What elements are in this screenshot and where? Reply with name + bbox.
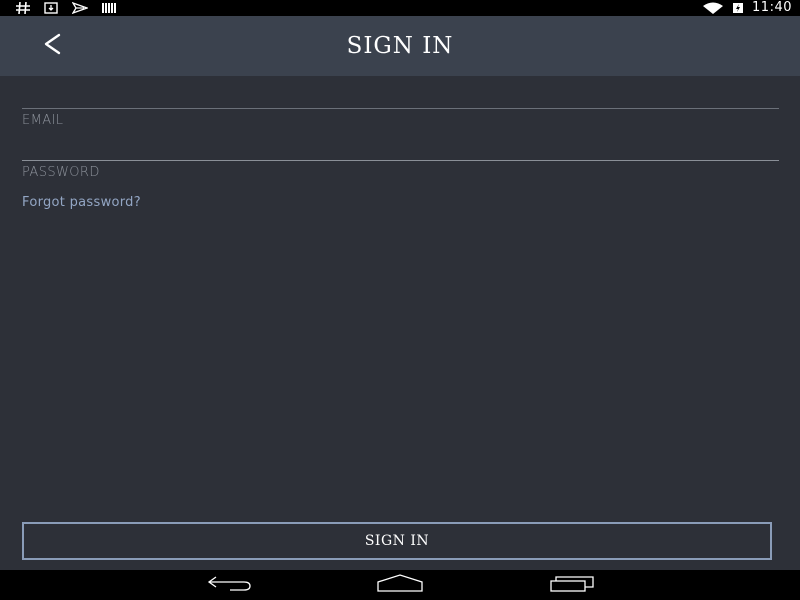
email-divider (22, 108, 779, 109)
sign-in-button-label: SIGN IN (364, 533, 430, 549)
battery-charging-icon (732, 0, 744, 16)
wifi-icon (702, 0, 724, 16)
status-clock: 11:40 (752, 0, 792, 15)
email-label: EMAIL (22, 113, 64, 128)
password-field[interactable]: PASSWORD (22, 162, 779, 192)
password-label: PASSWORD (22, 165, 100, 180)
nav-back-button[interactable] (199, 570, 259, 600)
chevron-left-icon (40, 32, 64, 60)
recents-icon (549, 574, 595, 596)
page-title: SIGN IN (346, 33, 454, 59)
home-icon (376, 574, 424, 596)
hash-icon (16, 0, 30, 16)
app-header: SIGN IN (0, 16, 800, 76)
sign-in-button[interactable]: SIGN IN (22, 522, 772, 560)
back-icon (206, 575, 252, 595)
back-button[interactable] (30, 26, 74, 66)
status-bar: 11:40 (0, 0, 800, 16)
nav-recents-button[interactable] (542, 570, 602, 600)
download-icon (44, 0, 58, 16)
status-right-icons: 11:40 (702, 0, 792, 16)
password-divider (22, 160, 779, 161)
email-field[interactable]: EMAIL (22, 110, 779, 140)
forgot-password-link[interactable]: Forgot password? (22, 195, 141, 210)
status-left-icons (16, 0, 118, 16)
app-root: 11:40 SIGN IN EMAIL PASSWORD Forgot pass… (0, 0, 800, 600)
nav-home-button[interactable] (370, 570, 430, 600)
barcode-icon (102, 0, 118, 16)
navigation-bar (0, 570, 800, 600)
send-icon (72, 0, 88, 16)
